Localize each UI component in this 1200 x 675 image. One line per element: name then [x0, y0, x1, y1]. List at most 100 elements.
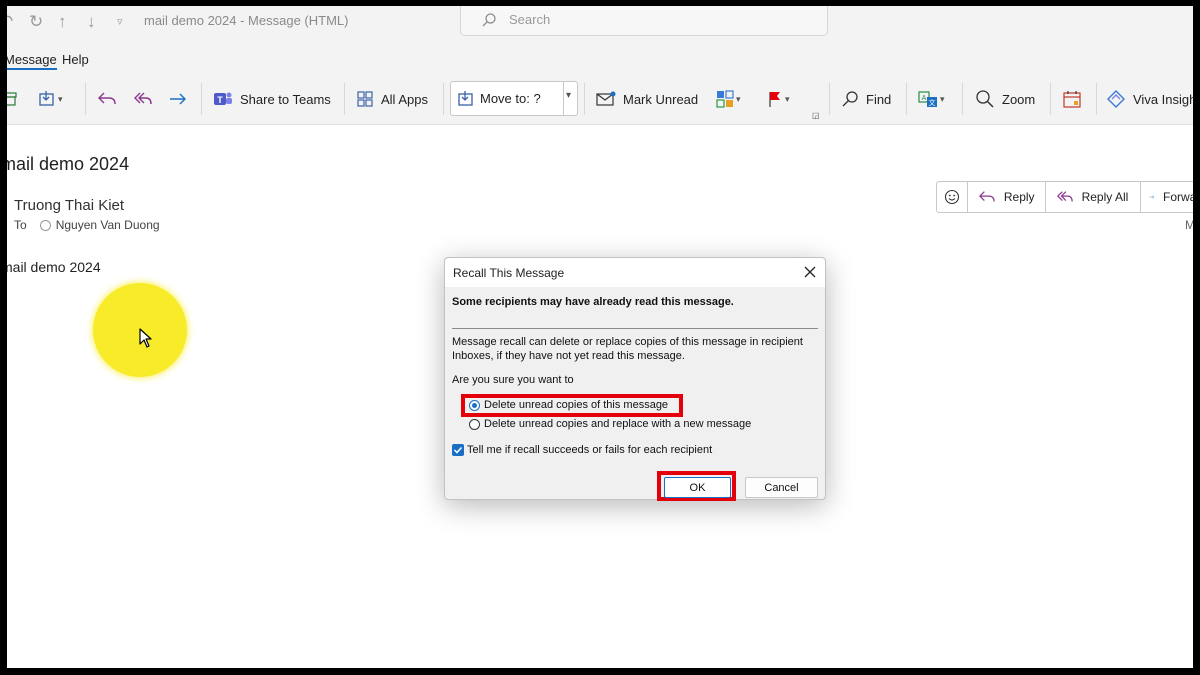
zoom-button[interactable]: Zoom: [975, 88, 1035, 110]
info-text: Message recall can delete or replace cop…: [452, 336, 803, 362]
move-to-folder-icon: [39, 91, 54, 106]
categorize-button[interactable]: ▾: [716, 88, 741, 110]
radio-delete-unread-label: Delete unread copies of this message: [484, 399, 669, 411]
search-icon: [482, 13, 496, 27]
reply-icon: [978, 191, 995, 202]
ribbon-separator: [344, 83, 345, 115]
chevron-down-icon[interactable]: ▾: [566, 90, 571, 101]
ribbon-separator: [829, 83, 830, 115]
previous-item-icon[interactable]: ↑: [58, 12, 67, 32]
tell-me-checkbox[interactable]: Tell me if recall succeeds or fails for …: [452, 444, 712, 456]
flag-icon: [769, 92, 780, 107]
undo-icon[interactable]: ↶: [7, 12, 13, 32]
search-placeholder: Search: [509, 12, 551, 27]
mark-unread-button[interactable]: Mark Unread: [596, 88, 698, 110]
ribbon-separator: [1096, 83, 1097, 115]
radio-delete-and-replace[interactable]: Delete unread copies and replace with a …: [469, 418, 751, 430]
zoom-label: Zoom: [1002, 91, 1036, 107]
message-date: M: [1185, 218, 1193, 232]
ribbon-separator: [906, 83, 907, 115]
customize-quick-access-icon[interactable]: ▿: [117, 15, 123, 28]
reply-button[interactable]: Reply: [968, 182, 1046, 212]
ribbon-separator: [443, 83, 444, 115]
reply-label: Reply: [1003, 190, 1035, 204]
radio-unselected-icon[interactable]: [469, 418, 480, 430]
svg-text:T: T: [217, 95, 223, 105]
all-apps-button[interactable]: All Apps: [356, 88, 428, 110]
forward-icon: [1149, 195, 1155, 199]
move-to-dropdown[interactable]: Move to: ? ▾: [450, 81, 578, 116]
dialog-title-bar: Recall This Message: [445, 258, 825, 287]
to-label: To: [14, 218, 27, 232]
dropdown-divider: [563, 82, 564, 115]
move-button[interactable]: ▾: [38, 88, 63, 110]
smiley-icon: [944, 189, 959, 205]
reply-ribbon-button[interactable]: [97, 88, 117, 110]
teams-icon: T: [214, 92, 232, 105]
radio-selected-icon[interactable]: [469, 399, 480, 411]
reply-icon: [98, 92, 116, 105]
move-to-icon: [458, 91, 473, 106]
chevron-down-icon: ▾: [58, 93, 63, 104]
presence-status-icon: [39, 219, 51, 231]
recall-message-dialog: Recall This Message Some recipients may …: [444, 257, 826, 501]
window-title: mail demo 2024 - Message (HTML): [144, 13, 349, 28]
forward-ribbon-button[interactable]: [168, 88, 188, 110]
archive-icon: [7, 92, 17, 106]
radio-delete-unread[interactable]: Delete unread copies of this message: [469, 399, 668, 411]
search-box[interactable]: Search: [460, 6, 828, 36]
forward-icon: [170, 93, 186, 105]
forward-button[interactable]: Forward: [1141, 182, 1193, 212]
recipient-line: To Nguyen Van Duong: [14, 218, 160, 232]
redo-icon[interactable]: ↻: [29, 12, 43, 32]
follow-up-flag-button[interactable]: ▾: [767, 88, 790, 110]
chevron-down-icon: ▾: [785, 93, 790, 104]
tab-help[interactable]: Help: [62, 52, 89, 67]
ok-button[interactable]: OK: [664, 477, 731, 498]
viva-insights-icon: [1107, 90, 1125, 108]
title-bar: ↶ ↻ ↑ ↓ ▿ mail demo 2024 - Message (HTML…: [7, 6, 1193, 46]
reaction-button[interactable]: [937, 182, 968, 212]
sender-name[interactable]: Truong Thai Kiet: [14, 197, 124, 214]
apps-grid-icon: [357, 91, 373, 107]
cancel-button[interactable]: Cancel: [745, 477, 818, 498]
reply-all-button[interactable]: Reply All: [1046, 182, 1142, 212]
find-icon: [842, 91, 858, 107]
mark-unread-icon: [596, 91, 616, 106]
reply-all-icon: [134, 92, 152, 105]
categorize-icon: [716, 90, 734, 108]
menu-bar: Message Help: [7, 46, 1193, 74]
ribbon-separator: [1050, 83, 1051, 115]
reply-all-label: Reply All: [1081, 190, 1129, 204]
archive-button[interactable]: [7, 88, 17, 110]
next-item-icon[interactable]: ↓: [87, 12, 96, 32]
svg-text:文: 文: [929, 98, 936, 107]
reply-actions-group: Reply Reply All Forward: [936, 181, 1193, 213]
share-to-teams-label: Share to Teams: [240, 91, 331, 107]
warning-text: Some recipients may have already read th…: [452, 296, 734, 308]
svg-text:A: A: [922, 95, 927, 102]
translate-button[interactable]: A文 ▾: [918, 88, 945, 110]
forward-label: Forward: [1162, 190, 1193, 204]
reply-all-icon: [1056, 191, 1073, 202]
calendar-button[interactable]: [1062, 88, 1082, 110]
ribbon-separator: [85, 83, 86, 115]
close-icon[interactable]: [802, 264, 818, 280]
ribbon-group-launcher-icon[interactable]: ◲: [812, 111, 820, 120]
divider: [452, 328, 818, 329]
ribbon-separator: [962, 83, 963, 115]
question-text: Are you sure you want to: [452, 374, 574, 386]
recipient-name[interactable]: Nguyen Van Duong: [56, 218, 160, 232]
checkbox-checked-icon[interactable]: [452, 444, 464, 456]
share-to-teams-button[interactable]: T Share to Teams: [213, 88, 331, 110]
translate-icon: A文: [918, 91, 937, 107]
viva-insights-button[interactable]: Viva Insights: [1106, 88, 1193, 110]
ribbon-separator: [584, 83, 585, 115]
reply-all-ribbon-button[interactable]: [133, 88, 153, 110]
message-body: mail demo 2024: [7, 259, 101, 275]
tab-message[interactable]: Message: [7, 52, 57, 70]
find-button[interactable]: Find: [841, 88, 891, 110]
mark-unread-label: Mark Unread: [623, 91, 699, 107]
radio-delete-and-replace-label: Delete unread copies and replace with a …: [484, 418, 752, 430]
find-label: Find: [866, 91, 892, 107]
